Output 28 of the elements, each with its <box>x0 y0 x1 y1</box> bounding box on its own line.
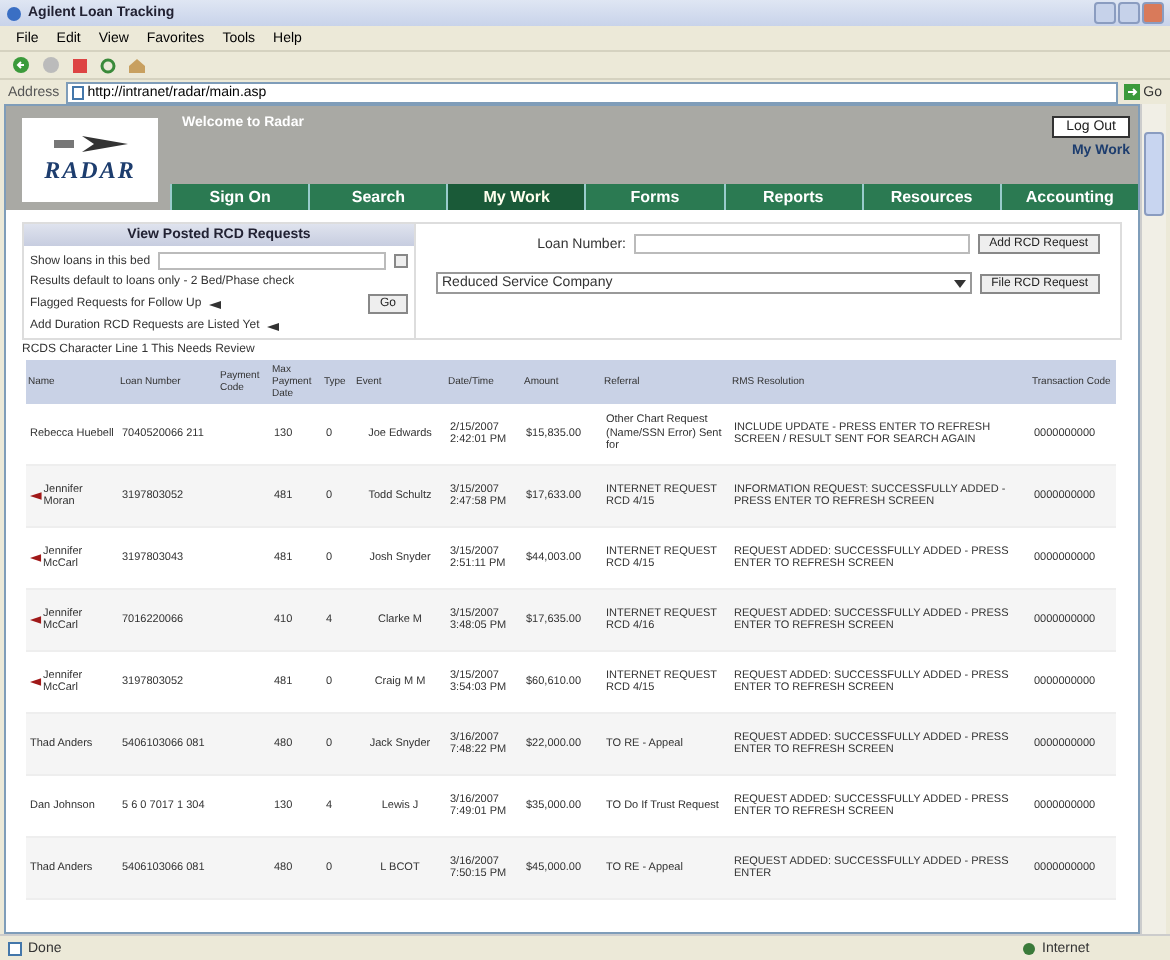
globe-icon <box>1022 941 1036 955</box>
go-arrow-icon <box>1123 84 1140 100</box>
flag-icon <box>265 321 280 331</box>
home-icon[interactable] <box>128 57 146 73</box>
scrollbar-thumb[interactable] <box>1144 132 1164 216</box>
nav-tab[interactable]: Reports <box>723 184 862 210</box>
refresh-icon[interactable] <box>100 57 116 73</box>
minimize-button[interactable] <box>1094 2 1116 24</box>
nav-tab[interactable]: Resources <box>861 184 1000 210</box>
logo-text: RADAR <box>44 156 136 186</box>
dropdown-arrow-icon <box>953 279 966 287</box>
maximize-button[interactable] <box>1118 2 1140 24</box>
nav-tab[interactable]: My Work <box>446 184 585 210</box>
bed-field[interactable] <box>158 252 386 270</box>
stop-icon[interactable] <box>72 57 88 73</box>
flag-icon <box>207 299 222 309</box>
close-button[interactable] <box>1142 2 1164 24</box>
nav-tab[interactable]: Accounting <box>999 184 1138 210</box>
nav-tab[interactable]: Forms <box>584 184 724 210</box>
arrow-logo-icon <box>50 134 130 154</box>
page-icon <box>71 85 84 99</box>
back-icon[interactable] <box>12 56 30 74</box>
nav-tab[interactable]: Sign On <box>170 184 309 210</box>
loan-number-field[interactable] <box>634 234 970 254</box>
forward-icon[interactable] <box>42 56 60 74</box>
page-icon <box>8 941 22 955</box>
browser-icon <box>6 5 22 21</box>
calendar-icon[interactable] <box>394 254 408 268</box>
